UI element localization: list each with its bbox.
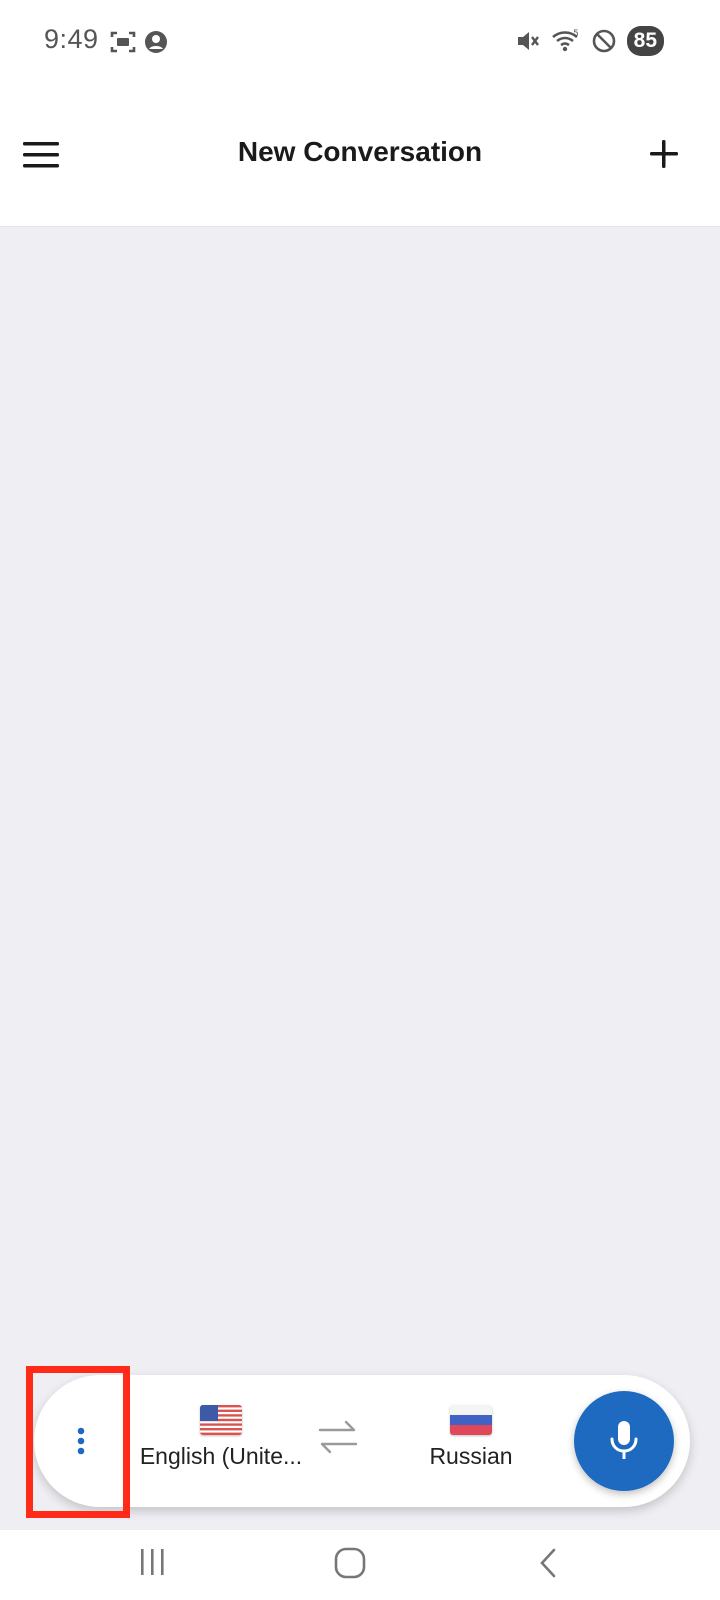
home-button[interactable] xyxy=(330,1546,370,1582)
back-button[interactable] xyxy=(530,1546,570,1582)
status-left-icons xyxy=(110,30,168,54)
wifi-icon: 5 xyxy=(551,29,579,52)
page-title: New Conversation xyxy=(237,136,483,167)
do-not-disturb-icon xyxy=(592,29,615,53)
mute-icon xyxy=(517,32,539,50)
russia-flag-icon xyxy=(450,1405,492,1435)
home-icon xyxy=(334,1547,366,1579)
back-icon xyxy=(540,1548,556,1578)
recent-apps-icon xyxy=(141,1549,164,1575)
account-circle-icon xyxy=(145,31,167,53)
screenshot-icon xyxy=(110,31,136,53)
swap-languages-button[interactable] xyxy=(316,1417,360,1457)
swap-arrows-icon xyxy=(318,1420,358,1454)
source-language-selector[interactable]: English (Unite... xyxy=(138,1405,304,1470)
plus-icon xyxy=(650,140,678,168)
source-language-label: English (Unite... xyxy=(139,1443,303,1469)
recent-apps-button[interactable] xyxy=(134,1546,174,1582)
microphone-icon xyxy=(610,1421,638,1459)
status-bar: 9:49 5 85 xyxy=(0,0,720,84)
svg-text:5: 5 xyxy=(573,29,579,39)
language-control-panel: English (Unite... Russian xyxy=(34,1375,690,1507)
conversation-area xyxy=(0,227,720,1530)
status-right-icons: 5 85 xyxy=(515,26,664,56)
microphone-button[interactable] xyxy=(574,1391,674,1491)
target-language-selector[interactable]: Russian xyxy=(396,1405,546,1470)
app-bar: New Conversation xyxy=(0,84,720,227)
target-language-label: Russian xyxy=(429,1443,513,1469)
status-time: 9:49 xyxy=(44,24,99,54)
us-flag-icon xyxy=(200,1405,242,1435)
battery-indicator: 85 xyxy=(626,26,664,56)
highlight-box xyxy=(26,1366,130,1518)
system-navigation-bar xyxy=(0,1530,720,1600)
new-conversation-button[interactable] xyxy=(646,136,682,172)
